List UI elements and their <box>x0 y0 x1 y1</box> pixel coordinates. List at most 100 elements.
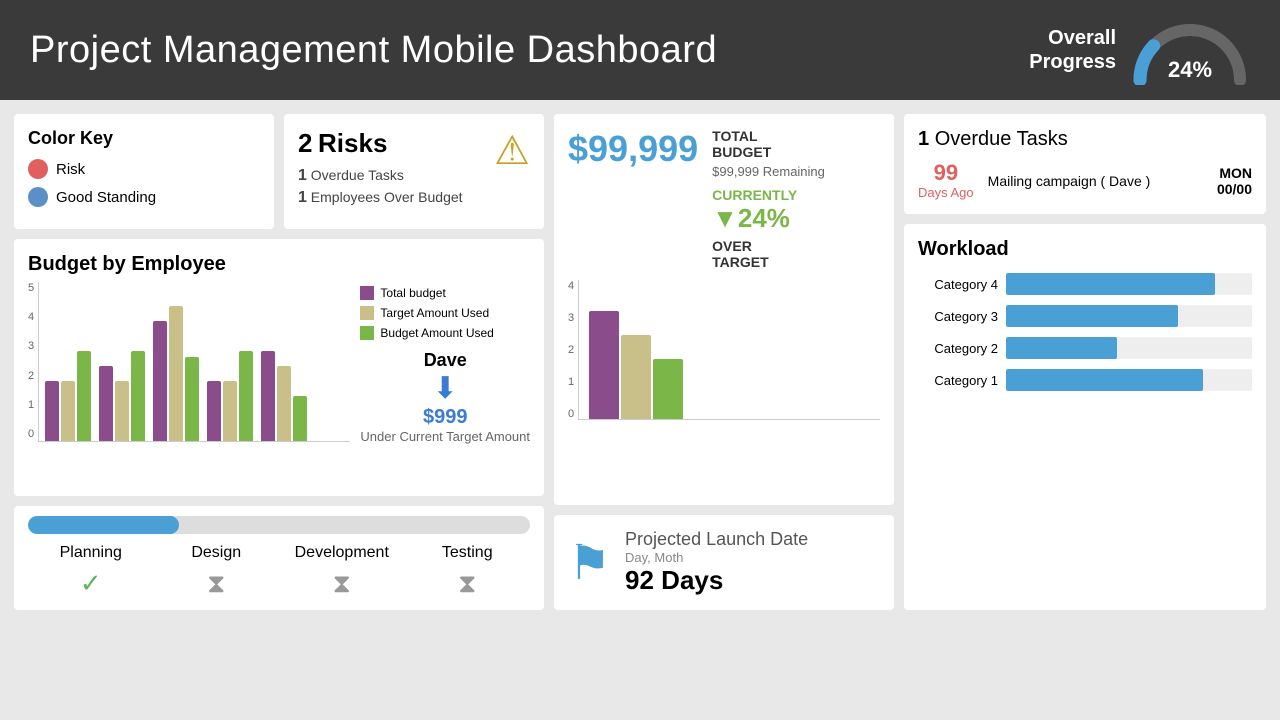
bar-target-5 <box>277 366 291 441</box>
remaining-text: $99,999 Remaining <box>712 164 825 179</box>
wl-label-4: Category 4 <box>918 277 998 292</box>
bar-target-4 <box>223 381 237 441</box>
budget-title: Budget by Employee <box>28 253 530 276</box>
dave-amount: $999 <box>423 406 468 429</box>
total-budget-label: TOTALBUDGET <box>712 128 825 160</box>
y-label-0: 0 <box>28 428 34 440</box>
wl-label-1: Category 1 <box>918 373 998 388</box>
legend-label-used: Budget Amount Used <box>380 326 493 340</box>
phases-card: Planning ✓ Design ⧗ Development ⧗ Testin… <box>14 506 544 610</box>
workload-title: Workload <box>918 238 1252 261</box>
currently-label: CURRENTLY <box>712 187 825 203</box>
phase-design-label: Design <box>154 544 280 562</box>
bar-target-2 <box>115 381 129 441</box>
wl-bar-inner-3 <box>1006 305 1178 327</box>
warning-icon: ⚠ <box>494 128 530 174</box>
total-budget-card: $99,999 TOTALBUDGET $99,999 Remaining CU… <box>554 114 894 505</box>
phase-planning-icon: ✓ <box>28 568 154 599</box>
bar-total-5 <box>261 351 275 441</box>
color-key-card: Color Key Risk Good Standing <box>14 114 274 229</box>
phase-testing: Testing ⧗ <box>405 544 531 600</box>
key-item-good: Good Standing <box>28 187 260 207</box>
gauge-value: 24% <box>1130 57 1250 83</box>
bar-group-5 <box>261 351 307 441</box>
arrow-down-icon: ⬇ <box>433 371 458 406</box>
good-label: Good Standing <box>56 189 156 206</box>
progress-bar <box>28 516 530 534</box>
budget-card: Budget by Employee 5 4 3 2 1 0 <box>14 239 544 496</box>
overdue-title: 1 Overdue Tasks <box>918 128 1252 151</box>
risk-item-1: 1 Employees Over Budget <box>298 189 530 207</box>
risk-1-label: Employees Over Budget <box>311 189 463 205</box>
y-label-1: 1 <box>28 399 34 411</box>
risks-count: 2 <box>298 128 312 158</box>
risk-0-label: Overdue Tasks <box>311 167 404 183</box>
bar-group-1 <box>45 351 91 441</box>
launch-card: ⚑ Projected Launch Date Day, Moth 92 Day… <box>554 515 894 610</box>
days-ago-block: 99 Days Ago <box>918 161 974 200</box>
risk-label: Risk <box>56 161 85 178</box>
risks-label: Risks <box>318 128 387 158</box>
bar-used-5 <box>293 396 307 441</box>
workload-card: Workload Category 4 Category 3 Category … <box>904 224 1266 610</box>
legend-item-used: Budget Amount Used <box>360 326 530 340</box>
legend-item-target: Target Amount Used <box>360 306 530 320</box>
legend-box-total <box>360 286 374 300</box>
workload-rows: Category 4 Category 3 Category 2 <box>918 273 1252 391</box>
phase-development-icon: ⧗ <box>279 568 405 600</box>
risk-0-count: 1 <box>298 167 307 184</box>
phase-testing-label: Testing <box>405 544 531 562</box>
overdue-count: 1 <box>918 128 929 150</box>
legend-label-target: Target Amount Used <box>380 306 489 320</box>
page-title: Project Management Mobile Dashboard <box>30 29 717 72</box>
wl-bar-outer-1 <box>1006 369 1252 391</box>
wl-bar-outer-4 <box>1006 273 1252 295</box>
task-date: MON00/00 <box>1217 165 1252 197</box>
bar-target-1 <box>61 381 75 441</box>
wl-row-2: Category 2 <box>918 337 1252 359</box>
mid-y-3: 3 <box>568 312 574 324</box>
wl-row-1: Category 1 <box>918 369 1252 391</box>
bar-total-3 <box>153 321 167 441</box>
key-item-risk: Risk <box>28 159 260 179</box>
currently-pct: ▼24% <box>712 203 825 234</box>
main-content: Color Key Risk Good Standing 2 Risks ⚠ 1 <box>0 100 1280 720</box>
phase-planning: Planning ✓ <box>28 544 154 600</box>
wl-bar-inner-4 <box>1006 273 1215 295</box>
total-budget-amount: $99,999 <box>568 128 698 170</box>
mid-bar-3 <box>653 359 683 419</box>
phases: Planning ✓ Design ⧗ Development ⧗ Testin… <box>28 544 530 600</box>
phase-development: Development ⧗ <box>279 544 405 600</box>
overdue-item: 99 Days Ago Mailing campaign ( Dave ) MO… <box>918 161 1252 200</box>
wl-label-2: Category 2 <box>918 341 998 356</box>
days-ago-value: 99 <box>918 161 974 185</box>
mid-y-4: 4 <box>568 280 574 292</box>
wl-bar-inner-1 <box>1006 369 1203 391</box>
good-dot <box>28 187 48 207</box>
dave-name: Dave <box>424 350 467 371</box>
y-label-2: 2 <box>28 370 34 382</box>
y-label-3: 3 <box>28 340 34 352</box>
under-target-label: Under Current Target Amount <box>360 429 530 444</box>
over-target-label: OVERTARGET <box>712 238 825 270</box>
budget-content: 5 4 3 2 1 0 <box>28 282 530 444</box>
task-description: Mailing campaign ( Dave ) <box>988 173 1203 189</box>
wl-bar-inner-2 <box>1006 337 1117 359</box>
overall-progress-label: OverallProgress <box>1029 26 1116 74</box>
gauge-chart: 24% <box>1130 15 1250 85</box>
bar-used-1 <box>77 351 91 441</box>
y-label-4: 4 <box>28 311 34 323</box>
mid-bar-1 <box>589 311 619 419</box>
bar-target-3 <box>169 306 183 441</box>
bar-total-2 <box>99 366 113 441</box>
risk-1-count: 1 <box>298 189 307 206</box>
phase-design: Design ⧗ <box>154 544 280 600</box>
progress-bar-fill <box>28 516 179 534</box>
legend-item-total: Total budget <box>360 286 530 300</box>
bar-total-4 <box>207 381 221 441</box>
launch-days: 92 Days <box>625 565 808 596</box>
bar-used-4 <box>239 351 253 441</box>
mid-y-1: 1 <box>568 376 574 388</box>
days-ago-label: Days Ago <box>918 185 974 200</box>
wl-bar-outer-3 <box>1006 305 1252 327</box>
